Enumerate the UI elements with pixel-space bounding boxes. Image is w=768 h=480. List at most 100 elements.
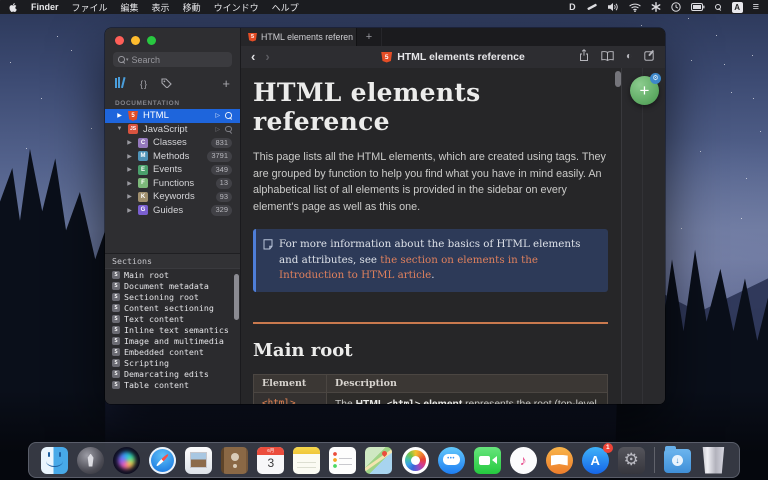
docset-label: JavaScript [143, 123, 188, 135]
docset-javascript[interactable]: ▼ JS JavaScript ▷ [105, 123, 240, 137]
tag-icon[interactable] [161, 75, 172, 93]
dock-maps-icon[interactable] [365, 446, 393, 474]
wifi-icon[interactable] [628, 3, 641, 12]
tree-item-keywords[interactable]: ▶ K Keywords 93 [105, 190, 240, 204]
section-item-image-and-multimedia[interactable]: S Image and multimedia [105, 335, 240, 346]
docset-search-icon[interactable] [225, 125, 232, 133]
battery-icon[interactable] [690, 3, 705, 11]
library-icon[interactable] [115, 75, 127, 93]
notification-center-icon[interactable]: ≡ [753, 2, 759, 13]
play-filter-icon[interactable]: ▷ [215, 126, 220, 133]
section-item-embedded-content[interactable]: S Embedded content [105, 346, 240, 357]
section-item-document-metadata[interactable]: S Document metadata [105, 280, 240, 291]
disclosure-icon[interactable]: ▶ [126, 166, 133, 173]
back-button[interactable]: ‹ [251, 48, 255, 66]
dock-launchpad-icon[interactable] [77, 446, 105, 474]
section-item-demarcating-edits[interactable]: S Demarcating edits [105, 368, 240, 379]
section-label: Demarcating edits [124, 368, 209, 379]
dock-finder-icon[interactable] [41, 446, 69, 474]
section-item-main-root[interactable]: S Main root [105, 269, 240, 280]
dock-notes-icon[interactable] [293, 446, 321, 474]
dash-menu-icon[interactable]: D [569, 2, 576, 12]
time-machine-icon[interactable] [670, 2, 681, 12]
share-icon[interactable] [579, 48, 589, 66]
dock-mail-icon[interactable] [185, 446, 213, 474]
dock-calendar-icon[interactable]: 6月 3 [257, 446, 285, 474]
keywords-icon: K [138, 191, 148, 202]
dock-contacts-icon[interactable] [221, 446, 249, 474]
pencil-icon[interactable] [586, 2, 597, 12]
section-item-scripting[interactable]: S Scripting [105, 357, 240, 368]
minimize-button[interactable] [131, 36, 140, 45]
zoom-button[interactable] [147, 36, 156, 45]
tree-item-functions[interactable]: ▶ F Functions 13 [105, 177, 240, 191]
dock-safari-icon[interactable] [149, 446, 177, 474]
floating-add-button[interactable]: + ⚙ [630, 73, 661, 105]
close-button[interactable] [115, 36, 124, 45]
dock-siri-icon[interactable] [113, 446, 141, 474]
section-label: Text content [124, 313, 184, 324]
spotlight-icon[interactable] [714, 3, 722, 11]
tab-html-elements-reference[interactable]: 5 HTML elements referen [241, 28, 357, 46]
bookmarks-icon[interactable] [601, 48, 614, 66]
snippets-icon[interactable]: {} [140, 79, 148, 89]
disclosure-icon[interactable]: ▶ [126, 180, 133, 187]
menu-view[interactable]: 表示 [152, 1, 170, 14]
js-icon: JS [128, 124, 138, 135]
section-item-content-sectioning[interactable]: S Content sectioning [105, 302, 240, 313]
events-icon: E [138, 164, 148, 175]
content-scrollbar[interactable] [615, 71, 621, 87]
gear-badge-icon[interactable]: ⚙ [650, 73, 661, 84]
apple-menu-icon[interactable] [9, 1, 18, 13]
sections-scrollbar[interactable] [234, 274, 239, 320]
disclosure-icon[interactable]: ▶ [116, 112, 123, 119]
section-item-text-content[interactable]: S Text content [105, 313, 240, 324]
dock-system-preferences-icon[interactable]: ⚙ [617, 446, 645, 474]
dock-appstore-icon[interactable]: A1 [581, 442, 613, 474]
new-tab-button[interactable]: + [357, 28, 382, 46]
annotate-icon[interactable] [644, 48, 655, 66]
html-element-link[interactable]: <html> [262, 398, 296, 405]
menu-window[interactable]: ウインドウ [214, 1, 259, 14]
add-docset-icon[interactable]: + [222, 77, 230, 90]
volume-icon[interactable] [607, 2, 619, 12]
tree-item-guides[interactable]: ▶ G Guides 329 [105, 204, 240, 218]
contrast-toggle-icon[interactable]: ◐ [626, 52, 632, 62]
menu-app-name[interactable]: Finder [31, 2, 59, 12]
section-item-inline-text-semantics[interactable]: S Inline text semantics [105, 324, 240, 335]
dock-reminders-icon[interactable] [329, 446, 357, 474]
tree-item-events[interactable]: ▶ E Events 349 [105, 163, 240, 177]
sidebar: ▾ Search {} + DOCUMENTATION ▶ 5 HTML ▷ ▼… [105, 28, 241, 404]
play-filter-icon[interactable]: ▷ [215, 112, 220, 119]
tab-bar: 5 HTML elements referen + [241, 28, 665, 46]
dock-facetime-icon[interactable] [473, 446, 501, 474]
menu-help[interactable]: ヘルプ [272, 1, 299, 14]
dock-ibooks-icon[interactable] [545, 446, 573, 474]
disclosure-icon[interactable]: ▶ [126, 207, 133, 214]
section-item-sectioning-root[interactable]: S Sectioning root [105, 291, 240, 302]
section-label: Embedded content [124, 346, 204, 357]
fan-icon[interactable] [651, 2, 661, 12]
search-input[interactable]: ▾ Search [113, 52, 232, 67]
disclosure-icon[interactable]: ▶ [126, 153, 133, 160]
dock-photos-icon[interactable] [401, 446, 429, 474]
dock-trash-icon[interactable] [702, 446, 725, 474]
dock-messages-icon[interactable] [437, 446, 465, 474]
dock-downloads-icon[interactable] [663, 446, 691, 473]
methods-icon: M [138, 151, 148, 162]
docset-html[interactable]: ▶ 5 HTML ▷ [105, 109, 240, 123]
menu-file[interactable]: ファイル [72, 1, 108, 14]
forward-button[interactable]: › [265, 48, 269, 66]
tree-item-classes[interactable]: ▶ C Classes 831 [105, 136, 240, 150]
menu-edit[interactable]: 編集 [121, 1, 139, 14]
docset-search-icon[interactable] [225, 112, 232, 119]
menu-go[interactable]: 移動 [183, 1, 201, 14]
input-source-icon[interactable]: A [731, 1, 743, 13]
dock-itunes-icon[interactable]: ♪ [509, 446, 537, 474]
sidebar-mode-tabs: {} + [105, 67, 240, 93]
section-item-table-content[interactable]: S Table content [105, 379, 240, 390]
disclosure-icon[interactable]: ▼ [116, 126, 123, 132]
disclosure-icon[interactable]: ▶ [126, 139, 133, 146]
disclosure-icon[interactable]: ▶ [126, 193, 133, 200]
tree-item-methods[interactable]: ▶ M Methods 3791 [105, 150, 240, 164]
